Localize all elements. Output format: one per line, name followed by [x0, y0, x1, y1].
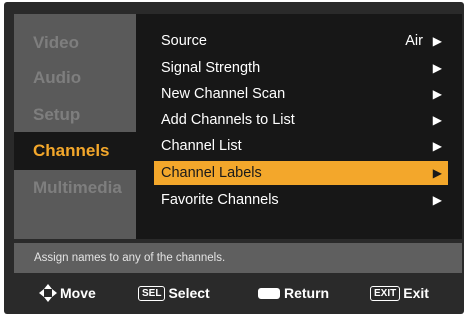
right-arrow-icon: ▶ — [432, 193, 442, 207]
right-arrow-icon: ▶ — [432, 113, 442, 127]
menu-item-add-channels[interactable]: Add Channels to List ▶ — [154, 108, 448, 132]
return-label: Return — [284, 285, 330, 301]
select-label: Select — [168, 285, 210, 301]
tab-label: Multimedia — [33, 178, 122, 197]
menu-item-label: Channel Labels — [161, 165, 262, 181]
menu-item-label: Channel List — [161, 138, 242, 154]
exit-key-icon: EXIT — [370, 285, 401, 301]
menu-item-label: Add Channels to List — [161, 112, 295, 128]
menu-item-new-channel-scan[interactable]: New Channel Scan ▶ — [154, 82, 448, 106]
move-label: Move — [60, 285, 96, 301]
menu-tabs: Video Audio Setup Channels Multimedia — [14, 14, 136, 239]
menu-item-source[interactable]: Source Air ▶ — [154, 29, 448, 53]
menu-item-signal-strength[interactable]: Signal Strength ▶ — [154, 56, 448, 80]
channels-menu: Source Air ▶ Signal Strength ▶ New Chann… — [136, 14, 462, 239]
tab-channels[interactable]: Channels — [14, 132, 136, 170]
tab-label: Setup — [33, 105, 81, 124]
menu-item-label: Favorite Channels — [161, 192, 279, 208]
tab-audio[interactable]: Audio — [14, 59, 136, 97]
menu-item-channel-list[interactable]: Channel List ▶ — [154, 134, 448, 158]
menu-item-channel-labels[interactable]: Channel Labels ▶ — [154, 161, 448, 185]
exit-label: Exit — [403, 285, 429, 301]
dpad-arrows-icon — [39, 284, 57, 302]
right-arrow-icon: ▶ — [432, 34, 442, 48]
return-hint: Return — [258, 285, 329, 301]
help-text: Assign names to any of the channels. — [34, 252, 226, 264]
menu-item-label: Signal Strength — [161, 60, 261, 76]
button-legend: Move SEL Select Return EXIT Exit — [14, 276, 462, 310]
select-hint: SEL Select — [138, 285, 210, 301]
tab-video[interactable]: Video — [14, 24, 136, 62]
tv-menu-frame: Video Audio Setup Channels Multimedia So… — [4, 2, 464, 314]
menu-item-value: Air — [405, 33, 423, 49]
tab-label: Channels — [33, 141, 110, 160]
tab-multimedia[interactable]: Multimedia — [14, 169, 136, 207]
menu-item-label: Source — [161, 33, 207, 49]
right-arrow-icon: ▶ — [432, 87, 442, 101]
right-arrow-icon: ▶ — [432, 166, 442, 180]
menu-item-favorite-channels[interactable]: Favorite Channels ▶ — [154, 188, 448, 212]
right-arrow-icon: ▶ — [432, 139, 442, 153]
exit-hint: EXIT Exit — [370, 285, 429, 301]
tab-label: Audio — [33, 68, 82, 87]
return-key-icon — [258, 287, 280, 299]
move-hint: Move — [38, 283, 96, 303]
tab-label: Video — [33, 33, 79, 52]
sel-key-icon: SEL — [138, 285, 166, 301]
right-arrow-icon: ▶ — [432, 61, 442, 75]
tab-setup[interactable]: Setup — [14, 96, 136, 134]
help-text-bar: Assign names to any of the channels. — [14, 243, 462, 273]
menu-item-label: New Channel Scan — [161, 86, 286, 102]
